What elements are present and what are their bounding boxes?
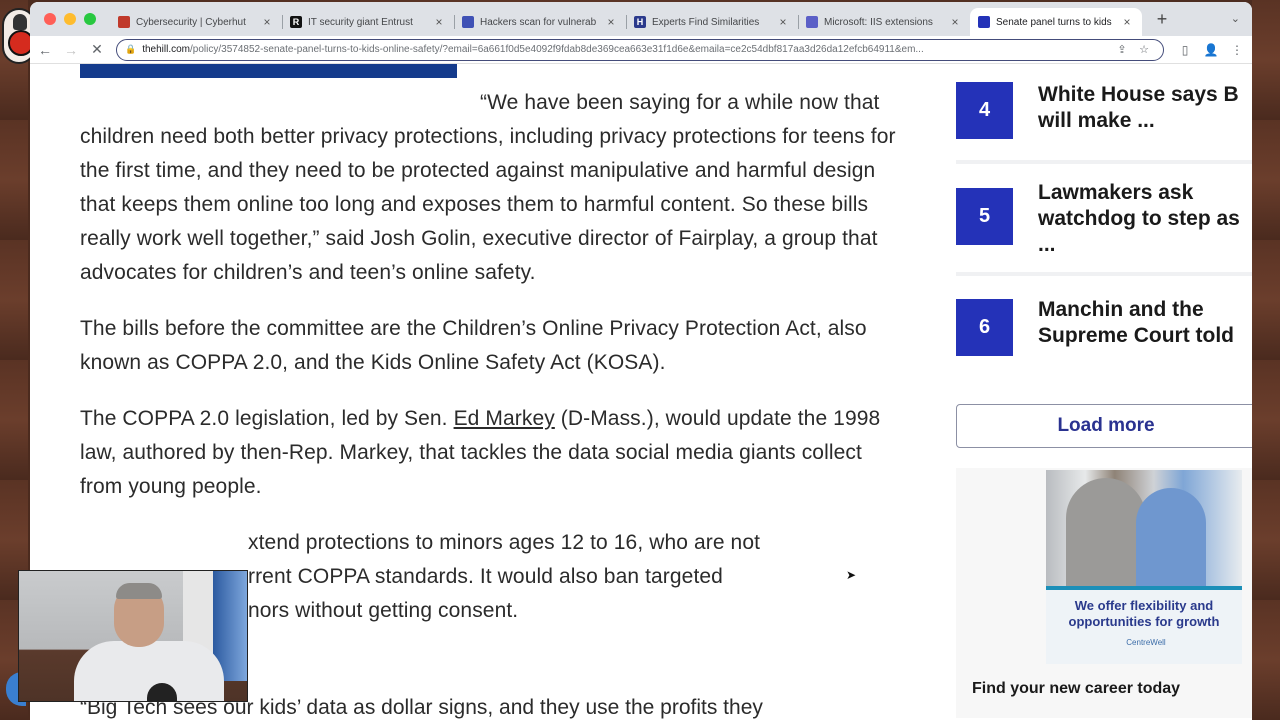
browser-tab[interactable]: Microsoft: IIS extensions ×	[798, 8, 970, 36]
tab-close-icon[interactable]: ×	[432, 15, 446, 29]
tab-favicon-icon	[462, 16, 474, 28]
tab-title: Microsoft: IIS extensions	[824, 16, 933, 28]
browser-tab[interactable]: Hackers scan for vulnerab ×	[454, 8, 626, 36]
article-paragraph: The bills before the committee are the C…	[80, 317, 867, 374]
tab-close-icon[interactable]: ×	[604, 15, 618, 29]
address-bar[interactable]: 🔒 thehill.com /policy/3574852-senate-pan…	[116, 38, 1164, 61]
browser-tab[interactable]: Senate panel turns to kids ×	[970, 8, 1142, 36]
minimize-window-button[interactable]	[64, 13, 76, 25]
stop-loading-button[interactable]: ✕	[84, 41, 110, 58]
advertisement[interactable]: We offer flexibility and opportunities f…	[956, 468, 1252, 718]
profile-icon[interactable]: 👤	[1198, 43, 1224, 57]
tab-title: Experts Find Similarities	[652, 16, 760, 28]
webcam-overlay	[18, 570, 248, 702]
trending-rank: 4	[956, 82, 1013, 139]
trending-item[interactable]: 4 White House says B will make ...	[956, 82, 1252, 139]
tab-list: Cybersecurity | Cyberhut × R IT security gi…	[110, 2, 1142, 36]
ad-headline: We offer flexibility and opportunities f…	[1068, 598, 1220, 629]
browser-menu-icon[interactable]: ⋮	[1224, 43, 1250, 57]
ad-logo: CentreWell	[1126, 638, 1166, 647]
trending-rank: 6	[956, 299, 1013, 356]
article-paragraph: The COPPA 2.0 legislation, led by Sen. E…	[80, 407, 881, 498]
share-icon[interactable]: ⇪	[1111, 43, 1133, 56]
microphone-icon	[13, 14, 27, 30]
tab-close-icon[interactable]: ×	[948, 15, 962, 29]
tab-title: Hackers scan for vulnerab	[480, 16, 597, 28]
ad-image-person	[1066, 478, 1146, 586]
article-body: “We have been saying for a while now tha…	[80, 86, 900, 628]
back-button[interactable]: ←	[32, 42, 58, 58]
side-panel-icon[interactable]: ▯	[1172, 43, 1198, 57]
url-host: thehill.com	[142, 44, 191, 55]
webcam-presenter-hair	[116, 583, 162, 599]
ad-image-nurse	[1136, 488, 1206, 586]
maximize-window-button[interactable]	[84, 13, 96, 25]
trending-title[interactable]: White House says B will make ...	[1038, 82, 1239, 139]
trending-item[interactable]: 5 Lawmakers ask watchdog to step as ...	[956, 181, 1252, 258]
forward-button[interactable]: →	[58, 42, 84, 58]
tab-close-icon[interactable]: ×	[776, 15, 790, 29]
url-path: /policy/3574852-senate-panel-turns-to-ki…	[190, 44, 924, 55]
tab-favicon-icon	[118, 16, 130, 28]
new-tab-button[interactable]: +	[1150, 9, 1174, 30]
browser-toolbar: ← → ✕ 🔒 thehill.com /policy/3574852-sena…	[30, 36, 1252, 64]
browser-tab[interactable]: Cybersecurity | Cyberhut ×	[110, 8, 282, 36]
ad-caption[interactable]: Find your new career today	[972, 680, 1180, 698]
lock-icon[interactable]: 🔒	[125, 44, 136, 55]
tab-favicon-icon	[806, 16, 818, 28]
tab-favicon-icon: R	[290, 16, 302, 28]
load-more-button[interactable]: Load more	[956, 404, 1252, 448]
divider	[956, 272, 1252, 276]
bookmark-star-icon[interactable]: ☆	[1133, 43, 1155, 56]
trending-rank: 5	[956, 188, 1013, 245]
browser-tab[interactable]: R IT security giant Entrust ×	[282, 8, 454, 36]
trending-title[interactable]: Manchin and the Supreme Court told	[1038, 297, 1234, 356]
tab-search-menu-icon[interactable]: ⌄	[1231, 12, 1240, 25]
mouse-cursor-icon: ➤	[846, 568, 857, 582]
trending-title[interactable]: Lawmakers ask watchdog to step as ...	[1038, 180, 1240, 258]
window-controls	[30, 13, 110, 25]
tab-favicon-icon	[978, 16, 990, 28]
desktop-background-right	[1252, 0, 1280, 720]
tab-strip: Cybersecurity | Cyberhut × R IT security gi…	[30, 2, 1252, 36]
close-window-button[interactable]	[44, 13, 56, 25]
tab-close-icon[interactable]: ×	[260, 15, 274, 29]
ed-markey-link[interactable]: Ed Markey	[454, 407, 555, 430]
tab-title: IT security giant Entrust	[308, 16, 413, 28]
browser-tab[interactable]: H Experts Find Similarities ×	[626, 8, 798, 36]
divider	[956, 160, 1252, 164]
tab-close-icon[interactable]: ×	[1120, 15, 1134, 29]
trending-item[interactable]: 6 Manchin and the Supreme Court told	[956, 297, 1252, 356]
tab-title: Cybersecurity | Cyberhut	[136, 16, 246, 28]
tab-favicon-icon: H	[634, 16, 646, 28]
article-paragraph: “We have been saying for a while now tha…	[80, 91, 896, 284]
article-image-bottom	[80, 64, 457, 78]
tab-title: Senate panel turns to kids	[996, 16, 1112, 28]
